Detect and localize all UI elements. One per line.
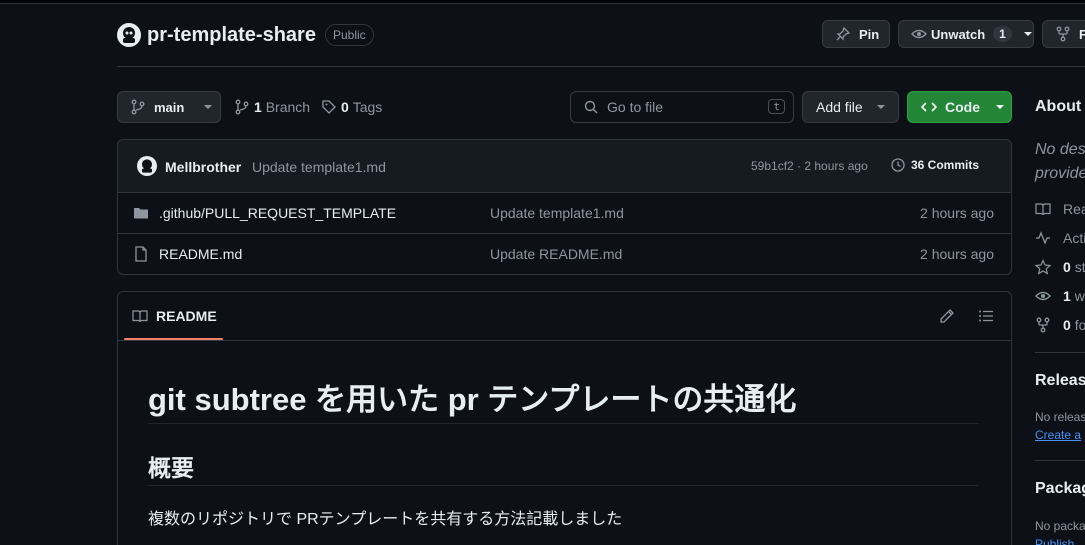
repo-name[interactable]: pr-template-share bbox=[147, 24, 316, 47]
publish-package-link[interactable]: Publish bbox=[1035, 537, 1074, 545]
top-bar-edge bbox=[0, 0, 1085, 4]
edit-icon[interactable] bbox=[939, 308, 955, 324]
file-icon bbox=[135, 246, 147, 262]
outline-icon[interactable] bbox=[978, 308, 994, 324]
heading-1-divider bbox=[148, 423, 979, 424]
sidebar-item-forks[interactable]: 0 fo bbox=[1035, 317, 1085, 333]
about-heading: About bbox=[1035, 98, 1082, 115]
no-releases-text: No releas bbox=[1035, 410, 1085, 424]
add-file-button[interactable]: Add file bbox=[802, 91, 899, 123]
history-icon bbox=[891, 158, 905, 172]
pin-button[interactable]: Pin bbox=[822, 20, 890, 48]
fork-icon bbox=[1036, 317, 1050, 333]
readme-header-divider bbox=[118, 340, 1011, 341]
unwatch-button[interactable]: Unwatch 1 bbox=[898, 20, 1034, 48]
create-release-link[interactable]: Create a bbox=[1035, 428, 1081, 442]
file-time: 2 hours ago bbox=[920, 205, 994, 221]
branch-icon bbox=[131, 99, 145, 115]
watch-count: 1 bbox=[993, 26, 1012, 42]
sidebar-item-activity[interactable]: Acti bbox=[1035, 230, 1085, 246]
file-commit-message[interactable]: Update README.md bbox=[490, 246, 622, 262]
chevron-down-icon bbox=[204, 105, 213, 109]
sidebar-item-watching[interactable]: 1 w bbox=[1035, 288, 1085, 304]
readme-tab[interactable]: README bbox=[132, 308, 217, 324]
file-time: 2 hours ago bbox=[920, 246, 994, 262]
heading-2-divider bbox=[148, 485, 979, 486]
packages-heading[interactable]: Packag bbox=[1035, 480, 1085, 498]
repo-avatar[interactable] bbox=[117, 23, 141, 47]
chevron-down-icon bbox=[876, 105, 885, 109]
search-icon bbox=[584, 100, 598, 114]
chevron-down-icon bbox=[996, 105, 1004, 109]
code-icon bbox=[921, 102, 937, 112]
author-avatar[interactable] bbox=[137, 156, 157, 176]
header-divider bbox=[117, 66, 1085, 67]
go-to-file-input[interactable]: Go to file t bbox=[570, 91, 794, 123]
book-icon bbox=[1035, 203, 1051, 216]
branches-link[interactable]: 1 Branch bbox=[234, 99, 310, 115]
sidebar-divider bbox=[1035, 352, 1085, 353]
readme-paragraph: 複数のリポジトリで PRテンプレートを共有する方法記載しました bbox=[148, 511, 623, 528]
table-row[interactable]: .github/PULL_REQUEST_TEMPLATE Update tem… bbox=[117, 193, 1011, 234]
table-row[interactable]: README.md Update README.md 2 hours ago bbox=[117, 234, 1011, 275]
shortcut-key: t bbox=[768, 99, 785, 114]
file-name[interactable]: .github/PULL_REQUEST_TEMPLATE bbox=[159, 205, 396, 221]
chevron-down-icon bbox=[1023, 32, 1032, 36]
sidebar-divider bbox=[1035, 460, 1085, 461]
code-button[interactable]: Code bbox=[907, 91, 1012, 123]
commit-meta[interactable]: 59b1cf2 · 2 hours ago bbox=[751, 159, 868, 173]
file-commit-message[interactable]: Update template1.md bbox=[490, 205, 624, 221]
file-name[interactable]: README.md bbox=[159, 246, 242, 262]
sidebar-item-stars[interactable]: 0 st bbox=[1035, 259, 1085, 275]
fork-button[interactable]: F bbox=[1042, 20, 1085, 48]
tags-link[interactable]: 0 Tags bbox=[321, 99, 382, 115]
sidebar-item-readme[interactable]: Rea bbox=[1035, 201, 1085, 217]
pulse-icon bbox=[1036, 231, 1050, 245]
star-icon bbox=[1035, 259, 1051, 275]
visibility-badge: Public bbox=[325, 24, 374, 46]
folder-icon bbox=[134, 208, 148, 219]
no-packages-text: No packa bbox=[1035, 519, 1085, 533]
eye-icon bbox=[1035, 291, 1051, 301]
commit-author[interactable]: Mellbrother bbox=[165, 159, 241, 175]
readme-heading-1: git subtree を用いた pr テンプレートの共通化 bbox=[148, 382, 797, 417]
pin-icon bbox=[836, 26, 851, 41]
branch-icon bbox=[235, 99, 249, 115]
releases-heading[interactable]: Releas bbox=[1035, 372, 1085, 390]
readme-heading-2: 概要 bbox=[148, 455, 194, 481]
tag-icon bbox=[322, 100, 336, 114]
eye-icon bbox=[911, 29, 927, 39]
commit-message[interactable]: Update template1.md bbox=[252, 159, 386, 175]
commits-link[interactable]: 36 Commits bbox=[890, 157, 979, 173]
about-description: No des provide bbox=[1035, 141, 1085, 182]
fork-icon bbox=[1056, 26, 1070, 42]
branch-select[interactable]: main bbox=[117, 91, 221, 123]
book-icon bbox=[132, 310, 148, 323]
